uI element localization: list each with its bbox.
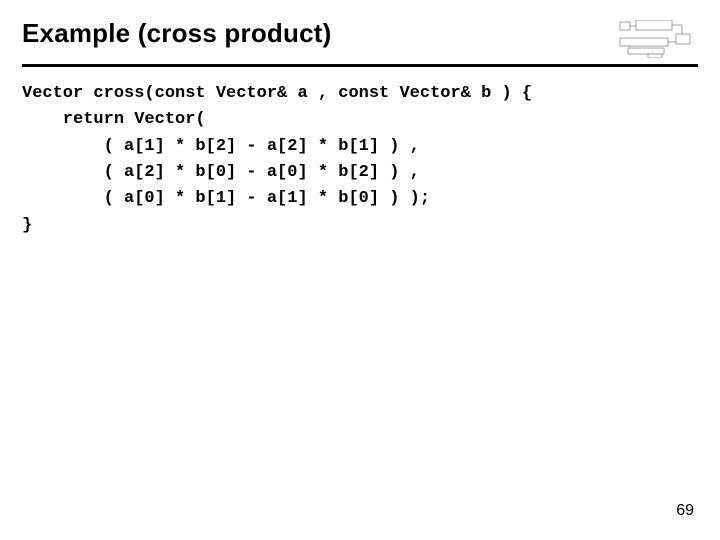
header-row: Example (cross product) bbox=[22, 18, 698, 58]
code-line: return Vector( bbox=[22, 110, 206, 129]
code-block: Vector cross(const Vector& a , const Vec… bbox=[22, 81, 698, 239]
decorative-diagram-icon bbox=[618, 20, 694, 58]
title-divider bbox=[22, 64, 698, 67]
code-line: ( a[1] * b[2] - a[2] * b[1] ) , bbox=[22, 137, 420, 156]
page-title: Example (cross product) bbox=[22, 18, 331, 49]
code-line: ( a[2] * b[0] - a[0] * b[2] ) , bbox=[22, 163, 420, 182]
code-line: } bbox=[22, 216, 32, 235]
slide: Example (cross product) Vector cross(c bbox=[0, 0, 720, 540]
code-line: ( a[0] * b[1] - a[1] * b[0] ) ); bbox=[22, 189, 430, 208]
code-line: Vector cross(const Vector& a , const Vec… bbox=[22, 84, 532, 103]
page-number: 69 bbox=[676, 502, 694, 520]
